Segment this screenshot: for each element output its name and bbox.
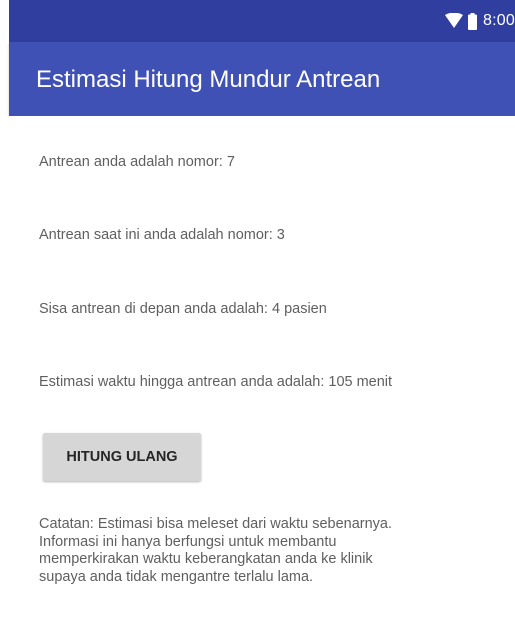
note-line: memperkirakan waktu keberangkatan anda k… [39,551,373,567]
your-queue-number-text: Antrean anda adalah nomor: 7 [39,154,235,170]
app-bar: Estimasi Hitung Mundur Antrean [9,42,515,116]
status-bar: 8:00 [9,0,515,42]
app-title: Estimasi Hitung Mundur Antrean [36,66,381,93]
status-icons: 8:00 [445,0,515,42]
remaining-queue-text: Sisa antrean di depan anda adalah: 4 pas… [39,301,327,317]
status-time: 8:00 [483,12,515,29]
estimated-wait-text: Estimasi waktu hingga antrean anda adala… [39,374,393,390]
note-line: Catatan: Estimasi bisa meleset dari wakt… [39,516,393,532]
note-line: supaya anda tidak mengantre terlalu lama… [39,568,314,585]
wifi-icon [445,13,464,28]
recalculate-button[interactable]: HITUNG ULANG [43,433,201,481]
main-content: Antrean anda adalah nomor: 7 Antrean saa… [9,116,515,621]
note-text: Catatan: Estimasi bisa meleset dari wakt… [39,516,509,586]
note-line: Informasi ini hanya berfungsi untuk memb… [39,533,337,550]
current-queue-number-text: Antrean saat ini anda adalah nomor: 3 [39,227,285,243]
battery-icon [468,12,478,30]
